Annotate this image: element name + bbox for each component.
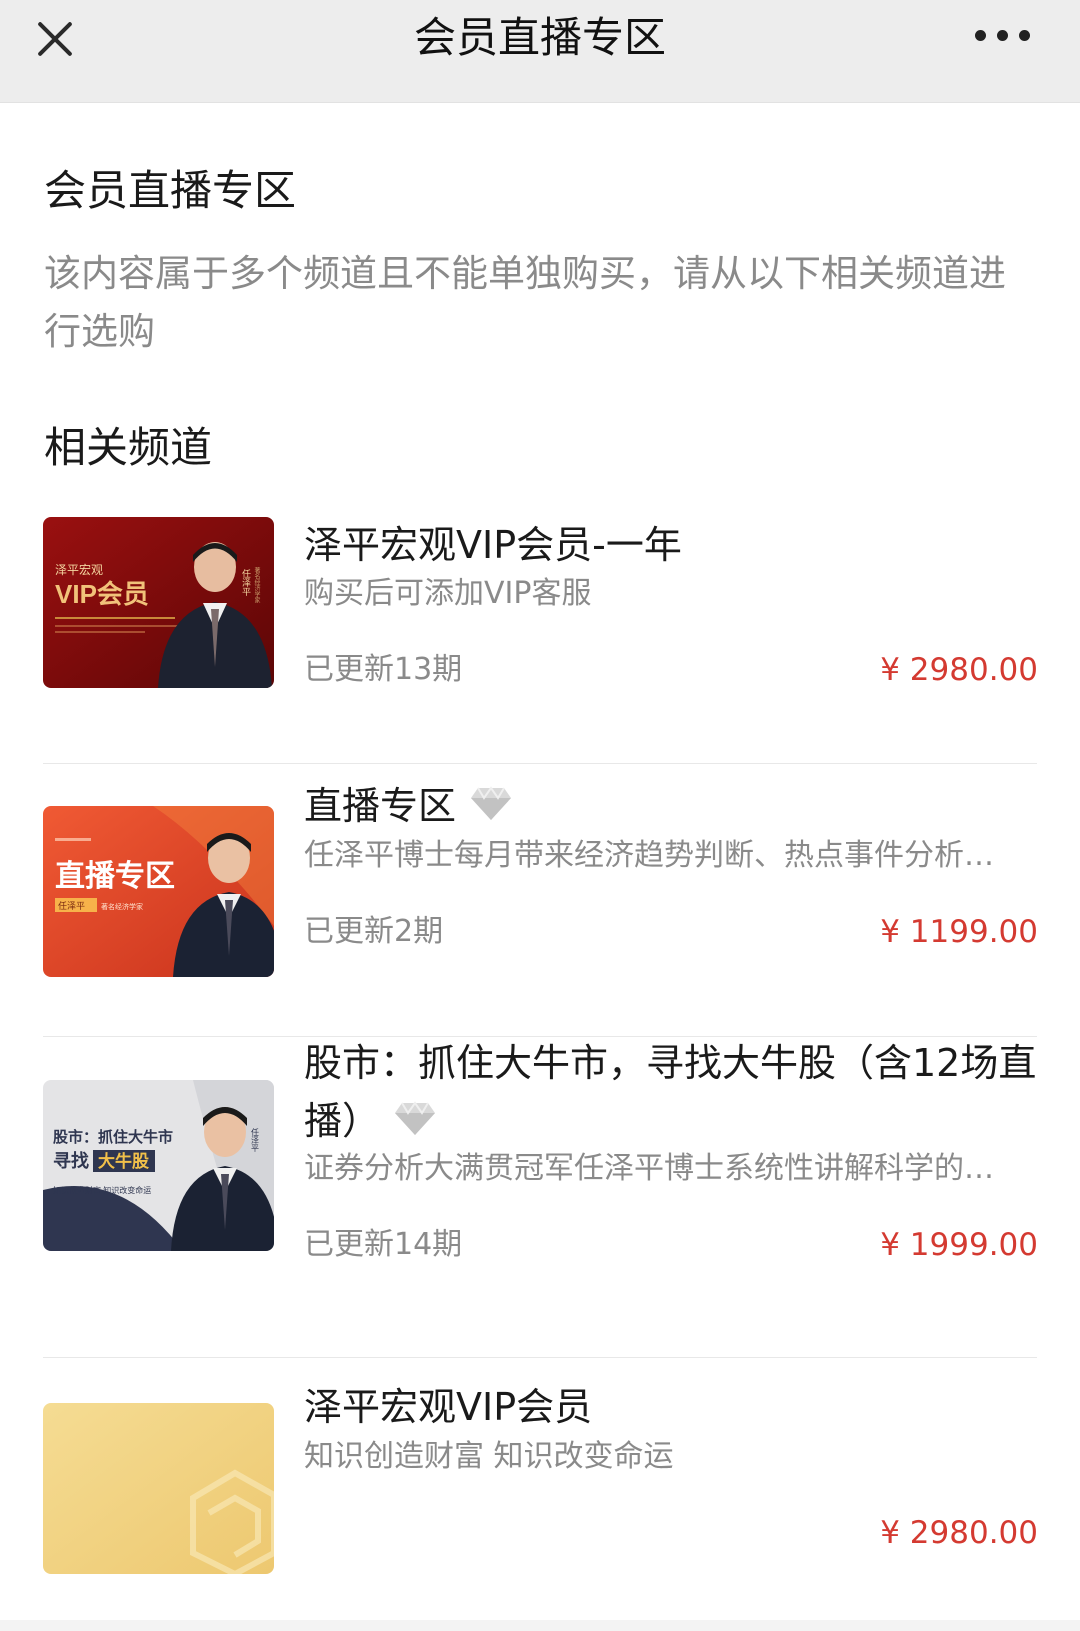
section-title-related-channels: 相关频道 [44,423,213,472]
channel-subtitle: 证券分析大满贯冠军任泽平博士系统性讲解科学的… [304,1151,994,1186]
top-nav-bar: 会员直播专区 [0,0,1080,103]
thumb-side: 任泽平 [251,1127,260,1153]
update-count: 已更新13期 [304,652,463,687]
thumb-line2b: 大牛股 [98,1151,149,1171]
thumb-side: 任泽平 [241,568,251,597]
channel-thumbnail [43,1403,274,1574]
price: ¥ 2980.00 [880,1515,1038,1551]
thumb-side2: 著名经济学家 [253,566,260,603]
channel-thumbnail: 股市：抓住大牛市 寻找 大牛股 知识创造财富 知识改变命运 任泽平 [43,1080,274,1251]
thumb-line2a: 寻找 [53,1150,89,1171]
thumb-line2: VIP会员 [55,579,149,609]
thumb-line1: 泽平宏观 [55,562,103,577]
page-description: 该内容属于多个频道且不能单独购买，请从以下相关频道进行选购 [44,252,1006,353]
channel-title: 泽平宏观VIP会员-一年 [304,523,682,567]
diamond-icon [470,781,512,837]
page-title: 会员直播专区 [44,166,297,215]
channel-item-live-zone[interactable]: 直播专区 任泽平 著名经济学家 直播专区 任泽平博士每月带来经济趋势判断、热点事… [0,784,1080,981]
divider [43,763,1037,764]
thumb-tag: 任泽平 [58,900,85,911]
bottom-edge [0,1620,1080,1631]
price: ¥ 1999.00 [880,1227,1038,1263]
more-options-icon[interactable] [975,30,1045,44]
channel-item-vip-year[interactable]: 泽平宏观 VIP会员 任泽平 著名经济学家 泽平宏观VIP会员-一年 购买后可添… [0,517,1080,688]
thumb-line3: 知识创造财富 知识改变命运 [53,1185,151,1195]
nav-title: 会员直播专区 [413,13,666,62]
thumb-line1: 直播专区 [55,860,175,893]
channel-subtitle: 任泽平博士每月带来经济趋势判断、热点事件分析… [304,838,994,873]
diamond-icon [394,1095,436,1153]
divider [43,1357,1037,1358]
channel-title: 直播专区 [304,784,457,828]
channel-thumbnail: 直播专区 任泽平 著名经济学家 [43,806,274,977]
thumb-line1: 股市：抓住大牛市 [53,1128,173,1146]
update-count: 已更新2期 [304,914,444,949]
price: ¥ 2980.00 [880,652,1038,688]
price: ¥ 1199.00 [880,914,1038,950]
channel-title-row: 股市：抓住大牛市，寻找大牛股（含12场直播） [304,1034,1039,1153]
channel-item-vip[interactable]: 泽平宏观VIP会员 知识创造财富 知识改变命运 ¥ 2980.00 [0,1385,1080,1574]
channel-subtitle: 购买后可添加VIP客服 [304,576,592,611]
thumb-tag2: 著名经济学家 [101,902,143,911]
update-count: 已更新14期 [304,1227,463,1262]
channel-item-stock-market[interactable]: 股市：抓住大牛市 寻找 大牛股 知识创造财富 知识改变命运 任泽平 股市：抓住大… [0,1041,1080,1263]
channel-title-row: 直播专区 [304,778,1039,837]
channel-thumbnail: 泽平宏观 VIP会员 任泽平 著名经济学家 [43,517,274,688]
channel-subtitle: 知识创造财富 知识改变命运 [304,1439,674,1474]
channel-title: 泽平宏观VIP会员 [304,1385,593,1429]
